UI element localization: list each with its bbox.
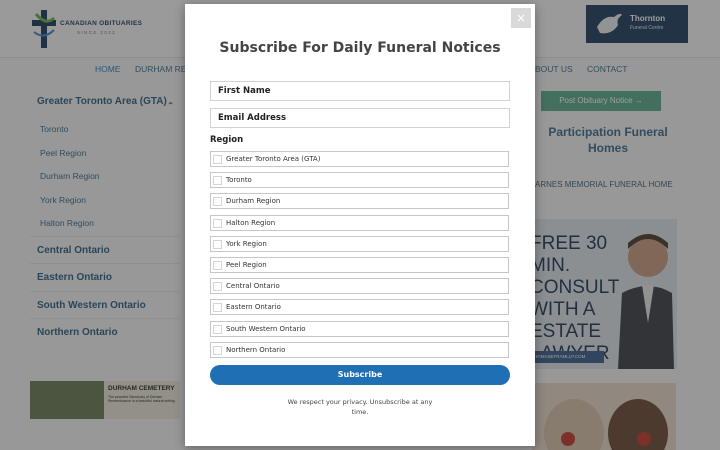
subscribe-modal: × Subscribe For Daily Funeral Notices Re… — [185, 4, 535, 446]
checkbox[interactable] — [213, 303, 222, 313]
region-checkbox-list: Greater Toronto Area (GTA) Toronto Durha… — [210, 151, 509, 363]
checkbox[interactable] — [213, 218, 222, 228]
checkbox[interactable] — [213, 282, 222, 292]
region-option-label: Peel Region — [226, 260, 267, 269]
region-option-central-ontario[interactable]: Central Ontario — [210, 278, 509, 295]
subscribe-button[interactable]: Subscribe — [210, 365, 510, 385]
checkbox[interactable] — [213, 197, 222, 207]
checkbox[interactable] — [213, 345, 222, 355]
checkbox[interactable] — [213, 176, 222, 186]
region-option-gta[interactable]: Greater Toronto Area (GTA) — [210, 151, 509, 167]
privacy-note: We respect your privacy. Unsubscribe at … — [287, 398, 433, 416]
region-option-toronto[interactable]: Toronto — [210, 172, 509, 189]
region-option-durham[interactable]: Durham Region — [210, 193, 509, 210]
region-option-york[interactable]: York Region — [210, 235, 509, 252]
region-option-label: York Region — [226, 239, 267, 248]
region-option-label: Halton Region — [226, 218, 276, 227]
region-option-peel[interactable]: Peel Region — [210, 256, 509, 273]
close-button[interactable]: × — [511, 8, 531, 28]
first-name-input[interactable] — [210, 81, 510, 101]
region-option-label: Eastern Ontario — [226, 303, 281, 312]
region-option-south-western-ontario[interactable]: South Western Ontario — [210, 320, 509, 337]
region-option-eastern-ontario[interactable]: Eastern Ontario — [210, 299, 509, 316]
region-option-label: Greater Toronto Area (GTA) — [226, 155, 321, 163]
region-option-label: Durham Region — [226, 197, 281, 206]
email-input[interactable] — [210, 108, 510, 128]
region-option-halton[interactable]: Halton Region — [210, 214, 509, 231]
region-option-label: Toronto — [226, 176, 252, 185]
region-label: Region — [210, 135, 244, 145]
region-option-label: Northern Ontario — [226, 345, 286, 354]
region-option-northern-ontario[interactable]: Northern Ontario — [210, 341, 509, 358]
checkbox[interactable] — [213, 260, 222, 270]
modal-title: Subscribe For Daily Funeral Notices — [219, 40, 501, 56]
checkbox[interactable] — [213, 239, 222, 249]
region-option-label: Central Ontario — [226, 282, 280, 291]
checkbox[interactable] — [213, 155, 222, 164]
region-option-label: South Western Ontario — [226, 324, 306, 333]
checkbox[interactable] — [213, 324, 222, 334]
